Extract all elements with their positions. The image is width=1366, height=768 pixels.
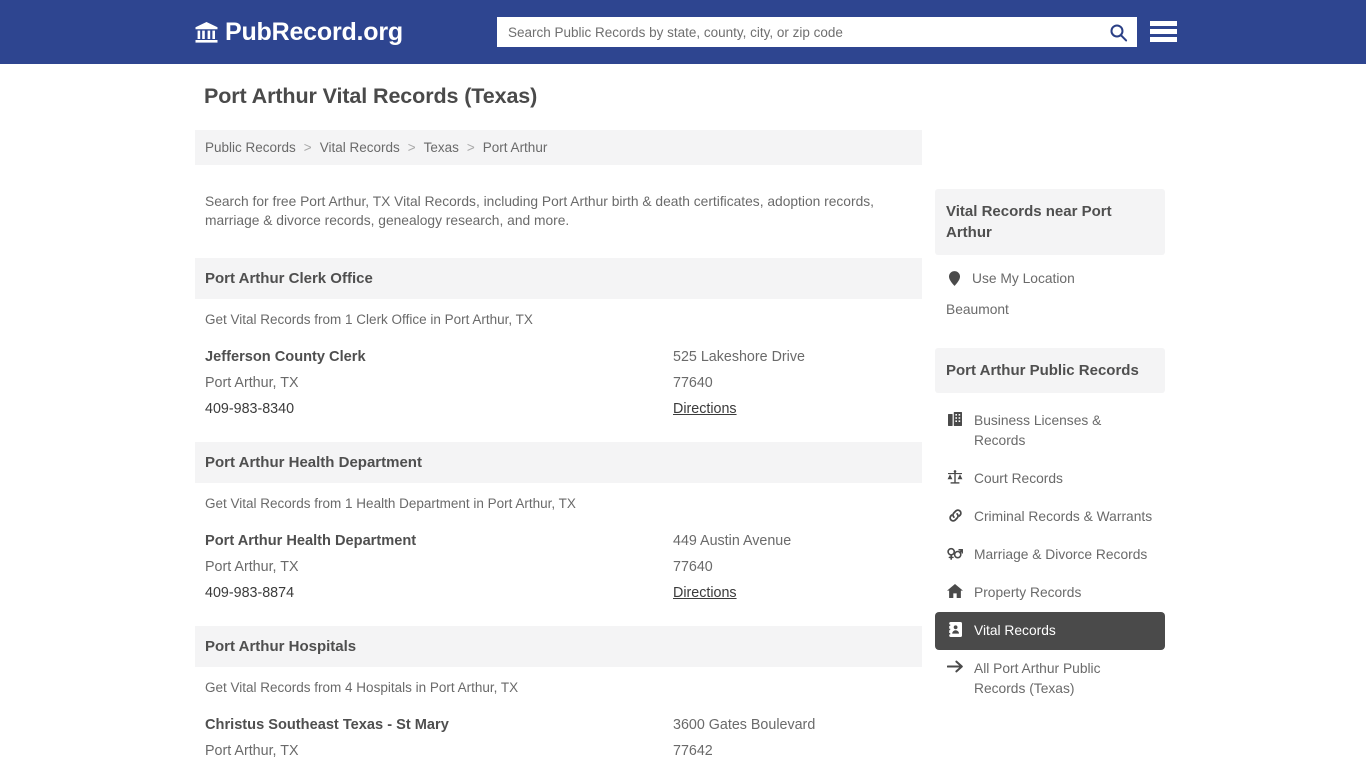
sidebar-item-label: Court Records xyxy=(974,471,1063,486)
link-chain-icon xyxy=(946,508,964,523)
page-intro-text: Search for free Port Arthur, TX Vital Re… xyxy=(205,193,874,228)
organization-phone[interactable]: 409-985-7431 xyxy=(205,764,673,768)
listing-row: Port Arthur Health Department Port Arthu… xyxy=(195,511,922,606)
breadcrumb-separator: > xyxy=(303,140,312,155)
directions-link[interactable]: Directions xyxy=(673,580,737,606)
organization-name: Port Arthur Health Department xyxy=(205,532,417,549)
page-title: Port Arthur Vital Records (Texas) xyxy=(204,84,538,108)
sidebar-item-court-records[interactable]: Court Records xyxy=(935,460,1165,498)
organization-city-state: Port Arthur, TX xyxy=(205,374,299,391)
sidebar-item-criminal-records[interactable]: Criminal Records & Warrants xyxy=(935,498,1165,536)
organization-street: 525 Lakeshore Drive xyxy=(673,348,805,365)
breadcrumb-separator: > xyxy=(407,140,416,155)
sidebar-public-records-group: Port Arthur Public Records Business Lice… xyxy=(935,348,1165,708)
building-icon xyxy=(946,412,964,426)
listing-row: Jefferson County Clerk Port Arthur, TX 4… xyxy=(195,327,922,422)
section-subtitle: Get Vital Records from 4 Hospitals in Po… xyxy=(205,679,519,695)
records-section: Port Arthur Health Department Get Vital … xyxy=(195,441,922,606)
map-pin-icon xyxy=(946,271,963,286)
sidebar-item-property-records[interactable]: Property Records xyxy=(935,574,1165,612)
nearby-city-label: Beaumont xyxy=(946,302,1009,317)
venus-mars-icon xyxy=(946,546,964,560)
use-my-location-label: Use My Location xyxy=(972,271,1075,286)
section-heading: Port Arthur Clerk Office xyxy=(195,257,922,299)
sidebar-nav-list: Business Licenses & Records Court Record… xyxy=(935,402,1165,708)
organization-city-state: Port Arthur, TX xyxy=(205,742,299,759)
sidebar-item-label: Marriage & Divorce Records xyxy=(974,547,1148,562)
listing-address: 3600 Gates Boulevard 77642 Directions xyxy=(673,712,912,768)
organization-phone[interactable]: 409-983-8340 xyxy=(205,396,673,422)
brand-text: PubRecord.org xyxy=(225,17,403,46)
site-header: PubRecord.org xyxy=(0,0,1366,64)
arrow-right-icon xyxy=(946,660,964,673)
directions-link[interactable]: Directions xyxy=(673,396,737,422)
main-content: Port Arthur Vital Records (Texas) Public… xyxy=(195,84,922,768)
listing-address: 449 Austin Avenue 77640 Directions xyxy=(673,528,912,606)
organization-city-state: Port Arthur, TX xyxy=(205,558,299,575)
breadcrumb-item-texas[interactable]: Texas xyxy=(424,140,459,155)
section-subtitle: Get Vital Records from 1 Clerk Office in… xyxy=(205,311,533,327)
sidebar-item-all-public-records[interactable]: All Port Arthur Public Records (Texas) xyxy=(935,650,1165,708)
listing-address: 525 Lakeshore Drive 77640 Directions xyxy=(673,344,912,422)
sidebar: Vital Records near Port Arthur Use My Lo… xyxy=(935,189,1165,708)
listing-details: Jefferson County Clerk Port Arthur, TX 4… xyxy=(205,344,673,422)
menu-bar-1 xyxy=(1150,21,1177,26)
search-bar[interactable] xyxy=(497,17,1137,47)
listing-details: Christus Southeast Texas - St Mary Port … xyxy=(205,712,673,768)
search-input[interactable] xyxy=(497,18,1099,46)
organization-phone[interactable]: 409-983-8874 xyxy=(205,580,673,606)
organization-street: 3600 Gates Boulevard xyxy=(673,716,816,733)
directions-link[interactable]: Directions xyxy=(673,764,737,768)
sidebar-item-label: Business Licenses & Records xyxy=(974,413,1102,448)
breadcrumb-item-public-records[interactable]: Public Records xyxy=(205,140,296,155)
breadcrumb-item-port-arthur: Port Arthur xyxy=(482,140,548,155)
balance-scale-icon xyxy=(946,470,964,484)
listing-details: Port Arthur Health Department Port Arthu… xyxy=(205,528,673,606)
sidebar-heading-public-records: Port Arthur Public Records xyxy=(935,348,1165,393)
bank-icon xyxy=(195,21,218,43)
sidebar-item-label: All Port Arthur Public Records (Texas) xyxy=(974,661,1101,696)
records-section: Port Arthur Hospitals Get Vital Records … xyxy=(195,625,922,768)
brand-logo[interactable]: PubRecord.org xyxy=(195,17,403,46)
breadcrumb: Public Records > Vital Records > Texas >… xyxy=(195,130,922,165)
organization-name: Jefferson County Clerk xyxy=(205,348,366,365)
breadcrumb-item-vital-records[interactable]: Vital Records xyxy=(320,140,400,155)
search-icon xyxy=(1109,23,1128,42)
home-icon xyxy=(946,584,964,598)
breadcrumb-separator: > xyxy=(466,140,475,155)
section-heading: Port Arthur Health Department xyxy=(195,441,922,483)
organization-zip: 77642 xyxy=(673,742,713,759)
organization-zip: 77640 xyxy=(673,374,713,391)
search-button[interactable] xyxy=(1099,17,1137,47)
records-section: Port Arthur Clerk Office Get Vital Recor… xyxy=(195,257,922,422)
menu-bar-3 xyxy=(1150,37,1177,42)
sidebar-item-label: Vital Records xyxy=(974,623,1056,638)
sidebar-item-marriage-divorce[interactable]: Marriage & Divorce Records xyxy=(935,536,1165,574)
section-heading: Port Arthur Hospitals xyxy=(195,625,922,667)
menu-bar-2 xyxy=(1150,29,1177,34)
sidebar-nearby-beaumont[interactable]: Beaumont xyxy=(935,294,1165,325)
organization-name: Christus Southeast Texas - St Mary xyxy=(205,716,449,733)
sidebar-item-label: Criminal Records & Warrants xyxy=(974,509,1153,524)
address-card-icon xyxy=(946,622,964,637)
organization-street: 449 Austin Avenue xyxy=(673,532,792,549)
use-my-location-button[interactable]: Use My Location xyxy=(935,263,1165,294)
sidebar-nearby-links: Use My Location Beaumont xyxy=(935,255,1165,325)
sidebar-heading-nearby: Vital Records near Port Arthur xyxy=(935,189,1165,255)
section-subtitle: Get Vital Records from 1 Health Departme… xyxy=(205,495,576,511)
listing-row: Christus Southeast Texas - St Mary Port … xyxy=(195,695,922,768)
sidebar-item-vital-records[interactable]: Vital Records xyxy=(935,612,1165,650)
sidebar-item-business-licenses[interactable]: Business Licenses & Records xyxy=(935,402,1165,460)
organization-zip: 77640 xyxy=(673,558,713,575)
sidebar-item-label: Property Records xyxy=(974,585,1082,600)
hamburger-menu-icon[interactable] xyxy=(1150,18,1177,45)
